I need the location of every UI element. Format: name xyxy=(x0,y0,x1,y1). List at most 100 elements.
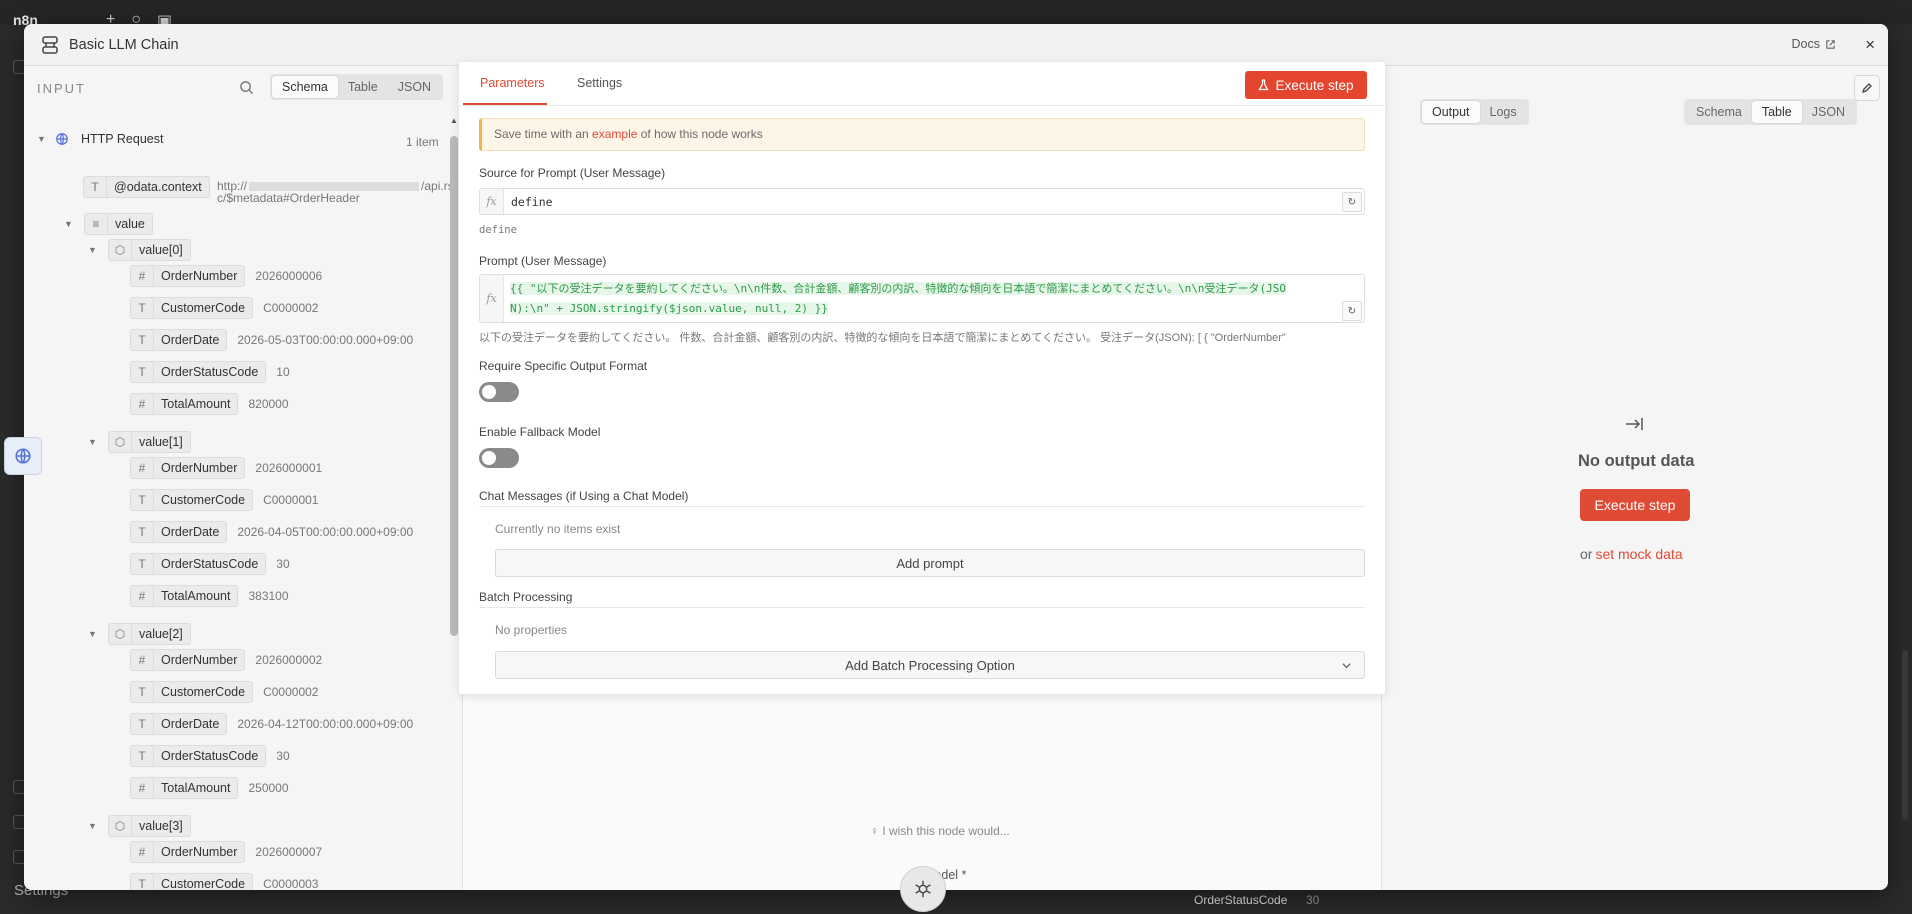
field-name[interactable]: OrderStatusCode xyxy=(154,361,267,383)
field-name[interactable]: OrderNumber xyxy=(154,265,246,287)
field-name[interactable]: CustomerCode xyxy=(154,681,254,703)
source-prompt-value[interactable]: define xyxy=(511,195,553,209)
field-name[interactable]: OrderNumber xyxy=(154,457,246,479)
tab-parameters[interactable]: Parameters xyxy=(480,76,545,90)
field-name[interactable]: @odata.context xyxy=(107,176,210,198)
field-name[interactable]: OrderDate xyxy=(154,329,228,351)
add-prompt-button[interactable]: Add prompt xyxy=(495,549,1365,577)
field-name[interactable]: OrderStatusCode xyxy=(154,553,267,575)
field-name[interactable]: OrderNumber xyxy=(154,841,246,863)
search-icon[interactable] xyxy=(239,80,254,100)
output-tab-table[interactable]: Table xyxy=(1751,101,1802,123)
number-type-icon: # xyxy=(130,393,154,415)
field-name[interactable]: value[2] xyxy=(132,623,191,645)
field-name[interactable]: OrderDate xyxy=(154,713,228,735)
output-tab-schema[interactable]: Schema xyxy=(1686,101,1752,123)
tree-row-field[interactable]: # TotalAmount 383100 xyxy=(130,585,289,607)
chat-messages-label: Chat Messages (if Using a Chat Model) xyxy=(479,489,689,503)
http-request-node-icon[interactable] xyxy=(4,437,42,475)
feedback-link[interactable]: ♀ I wish this node would... xyxy=(870,824,1010,838)
tree-row-field[interactable]: T OrderDate 2026-05-03T00:00:00.000+09:00 xyxy=(130,329,413,351)
prompt-field[interactable]: fx {{ "以下の受注データを要約してください。\n\n件数、合計金額、顧客別… xyxy=(479,274,1365,323)
field-name[interactable]: value[0] xyxy=(132,239,191,261)
background-scrollbar[interactable] xyxy=(1902,650,1908,820)
input-item-count: 1 item xyxy=(406,135,439,149)
chevron-down-icon[interactable]: ▼ xyxy=(88,437,98,447)
tree-row-field[interactable]: T OrderStatusCode 30 xyxy=(130,553,290,575)
scroll-up-icon[interactable]: ▲ xyxy=(450,116,458,125)
input-tab-json[interactable]: JSON xyxy=(388,76,441,98)
edit-output-button[interactable] xyxy=(1854,75,1880,101)
chevron-down-icon[interactable]: ▼ xyxy=(88,245,98,255)
tab-settings[interactable]: Settings xyxy=(577,76,622,90)
set-mock-data-link[interactable]: set mock data xyxy=(1595,546,1682,562)
reset-expression-icon[interactable]: ↻ xyxy=(1342,301,1362,321)
tree-row-field[interactable]: # OrderNumber 2026000006 xyxy=(130,265,322,287)
tree-row-field[interactable]: T CustomerCode C0000003 xyxy=(130,873,318,890)
tree-row-order-object[interactable]: ▼ ⬡ value[0] xyxy=(88,239,191,261)
string-type-icon: T xyxy=(130,521,154,543)
field-name[interactable]: CustomerCode xyxy=(154,489,254,511)
parameters-card: Parameters Settings Execute step Save ti… xyxy=(459,62,1385,694)
close-icon[interactable]: × xyxy=(1865,35,1875,55)
tree-row-value[interactable]: ▼ ≡ value xyxy=(64,213,153,235)
tree-row-field[interactable]: # OrderNumber 2026000007 xyxy=(130,841,322,863)
mock-data-line: or set mock data xyxy=(1580,546,1683,562)
execute-step-button[interactable]: Execute step xyxy=(1245,71,1367,99)
field-name[interactable]: TotalAmount xyxy=(154,777,239,799)
chevron-down-icon[interactable]: ▼ xyxy=(37,134,47,144)
fallback-model-toggle[interactable] xyxy=(479,448,519,468)
openai-model-icon[interactable] xyxy=(900,866,946,912)
field-name[interactable]: value[3] xyxy=(132,815,191,837)
field-name[interactable]: OrderDate xyxy=(154,521,228,543)
field-name[interactable]: TotalAmount xyxy=(154,393,239,415)
tree-row-field[interactable]: T CustomerCode C0000001 xyxy=(130,489,318,511)
field-name[interactable]: CustomerCode xyxy=(154,873,254,890)
tree-row-field[interactable]: # TotalAmount 250000 xyxy=(130,777,289,799)
tree-row-field[interactable]: T CustomerCode C0000002 xyxy=(130,681,318,703)
tree-row-field[interactable]: T CustomerCode C0000002 xyxy=(130,297,318,319)
field-name[interactable]: value[1] xyxy=(132,431,191,453)
scrollbar-thumb[interactable] xyxy=(450,136,458,636)
tree-row-order-object[interactable]: ▼ ⬡ value[3] xyxy=(88,815,191,837)
tree-row-field[interactable]: # OrderNumber 2026000002 xyxy=(130,649,322,671)
input-tab-schema[interactable]: Schema xyxy=(272,76,338,98)
output-execute-step-button[interactable]: Execute step xyxy=(1580,489,1690,521)
tree-root-http-request[interactable]: ▼ HTTP Request xyxy=(37,132,163,146)
field-name[interactable]: CustomerCode xyxy=(154,297,254,319)
number-type-icon: # xyxy=(130,585,154,607)
tree-row-field[interactable]: T OrderStatusCode 10 xyxy=(130,361,290,383)
tree-row-field[interactable]: # TotalAmount 820000 xyxy=(130,393,289,415)
output-tab-output[interactable]: Output xyxy=(1422,101,1480,123)
tree-row-order-object[interactable]: ▼ ⬡ value[1] xyxy=(88,431,191,453)
tree-row-field[interactable]: # OrderNumber 2026000001 xyxy=(130,457,322,479)
chevron-down-icon[interactable]: ▼ xyxy=(88,629,98,639)
example-link[interactable]: example xyxy=(592,127,637,141)
example-notice: Save time with an example of how this no… xyxy=(479,118,1365,151)
chevron-down-icon[interactable]: ▼ xyxy=(64,219,74,229)
field-name[interactable]: value xyxy=(108,213,153,235)
output-tab-json[interactable]: JSON xyxy=(1802,101,1855,123)
tree-row-order-object[interactable]: ▼ ⬡ value[2] xyxy=(88,623,191,645)
node-title[interactable]: Basic LLM Chain xyxy=(69,37,179,53)
field-name[interactable]: OrderNumber xyxy=(154,649,246,671)
tree-row-field[interactable]: T OrderDate 2026-04-12T00:00:00.000+09:00 xyxy=(130,713,413,735)
tree-row-odata-context[interactable]: T @odata.context xyxy=(83,176,210,198)
add-batch-option-dropdown[interactable]: Add Batch Processing Option xyxy=(495,651,1365,679)
require-format-toggle[interactable] xyxy=(479,382,519,402)
chevron-down-icon[interactable]: ▼ xyxy=(88,821,98,831)
require-format-label: Require Specific Output Format xyxy=(479,359,648,373)
globe-icon xyxy=(56,133,68,145)
output-tab-logs[interactable]: Logs xyxy=(1480,101,1527,123)
input-scrollbar[interactable]: ▲ ▼ xyxy=(450,116,458,890)
reset-expression-icon[interactable]: ↻ xyxy=(1342,192,1362,212)
tree-row-field[interactable]: T OrderStatusCode 30 xyxy=(130,745,290,767)
docs-link[interactable]: Docs xyxy=(1792,37,1836,51)
string-type-icon: T xyxy=(130,297,154,319)
field-name[interactable]: OrderStatusCode xyxy=(154,745,267,767)
input-tab-table[interactable]: Table xyxy=(338,76,388,98)
tree-row-field[interactable]: T OrderDate 2026-04-05T00:00:00.000+09:00 xyxy=(130,521,413,543)
source-prompt-field[interactable]: fx define ↻ xyxy=(479,188,1365,215)
field-name[interactable]: TotalAmount xyxy=(154,585,239,607)
prompt-expression[interactable]: {{ "以下の受注データを要約してください。\n\n件数、合計金額、顧客別の内訳… xyxy=(510,279,1340,319)
